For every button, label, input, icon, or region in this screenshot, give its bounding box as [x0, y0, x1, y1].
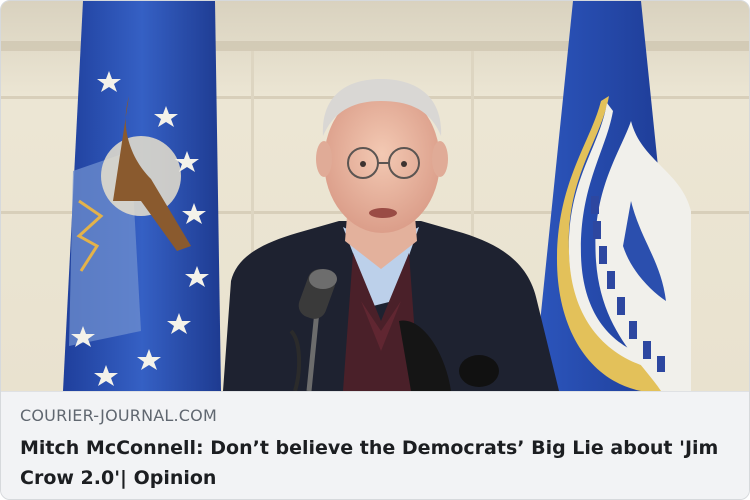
left-flag [63, 1, 221, 391]
link-preview-card[interactable]: COURIER-JOURNAL.COM Mitch McConnell: Don… [0, 0, 750, 500]
link-caption[interactable]: COURIER-JOURNAL.COM Mitch McConnell: Don… [1, 391, 749, 499]
article-headline[interactable]: Mitch McConnell: Don’t believe the Democ… [20, 433, 720, 493]
source-domain: COURIER-JOURNAL.COM [20, 406, 217, 425]
article-thumbnail[interactable] [1, 1, 749, 391]
article-photo [1, 1, 749, 391]
